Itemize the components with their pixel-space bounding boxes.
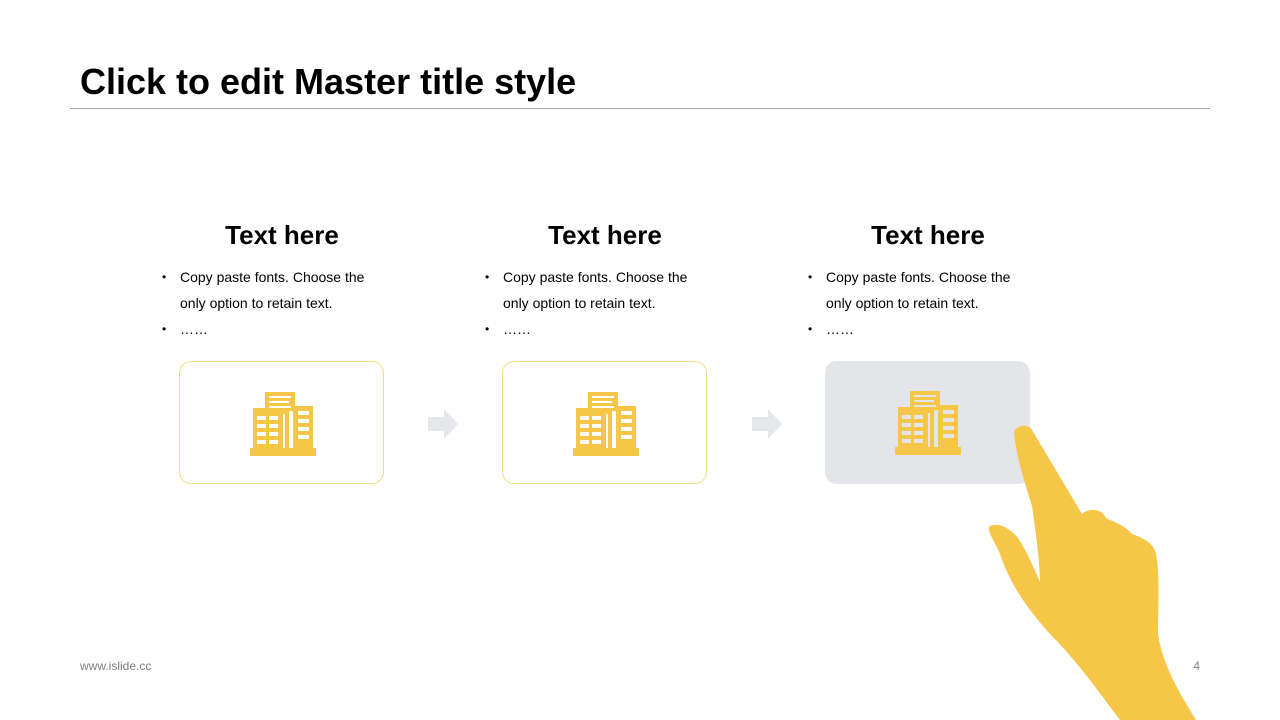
- bullet-dot-icon: •: [485, 270, 490, 284]
- bullet-item: • Copy paste fonts. Choose the only opti…: [162, 264, 402, 316]
- building-icon: [573, 392, 639, 456]
- bullet-item: • ……: [162, 316, 402, 342]
- bullet-list: • Copy paste fonts. Choose the only opti…: [808, 264, 1048, 342]
- bullet-dot-icon: •: [162, 322, 167, 336]
- bullet-item: • Copy paste fonts. Choose the only opti…: [485, 264, 725, 316]
- bullet-item: • ……: [485, 316, 725, 342]
- bullet-item: • ……: [808, 316, 1048, 342]
- step-heading: Text here: [548, 220, 662, 250]
- bullet-list: • Copy paste fonts. Choose the only opti…: [162, 264, 402, 342]
- bullet-text: ……: [180, 321, 208, 337]
- footer-url[interactable]: www.islide.cc: [80, 658, 151, 674]
- arrow-right-icon: [752, 409, 782, 439]
- building-icon: [250, 392, 316, 456]
- icon-card[interactable]: [179, 361, 384, 484]
- icon-card[interactable]: [502, 361, 707, 484]
- title-divider: [70, 108, 1210, 109]
- bullet-dot-icon: •: [808, 322, 813, 336]
- building-icon: [895, 391, 961, 455]
- process-step-2: Text here • Copy paste fonts. Choose the…: [485, 216, 725, 486]
- pointing-hand-icon: [988, 425, 1196, 720]
- bullet-text: Copy paste fonts. Choose the only option…: [826, 269, 1011, 311]
- bullet-list: • Copy paste fonts. Choose the only opti…: [485, 264, 725, 342]
- bullet-item: • Copy paste fonts. Choose the only opti…: [808, 264, 1048, 316]
- arrow-right-icon: [428, 409, 458, 439]
- bullet-dot-icon: •: [808, 270, 813, 284]
- process-step-1: Text here • Copy paste fonts. Choose the…: [162, 216, 402, 486]
- bullet-dot-icon: •: [162, 270, 167, 284]
- bullet-text: Copy paste fonts. Choose the only option…: [180, 269, 365, 311]
- bullet-text: ……: [826, 321, 854, 337]
- bullet-dot-icon: •: [485, 322, 490, 336]
- bullet-text: Copy paste fonts. Choose the only option…: [503, 269, 688, 311]
- page-number: 4: [1193, 659, 1200, 673]
- bullet-text: ……: [503, 321, 531, 337]
- step-heading: Text here: [871, 220, 985, 250]
- slide-title: Click to edit Master title style: [80, 61, 577, 102]
- step-heading: Text here: [225, 220, 339, 250]
